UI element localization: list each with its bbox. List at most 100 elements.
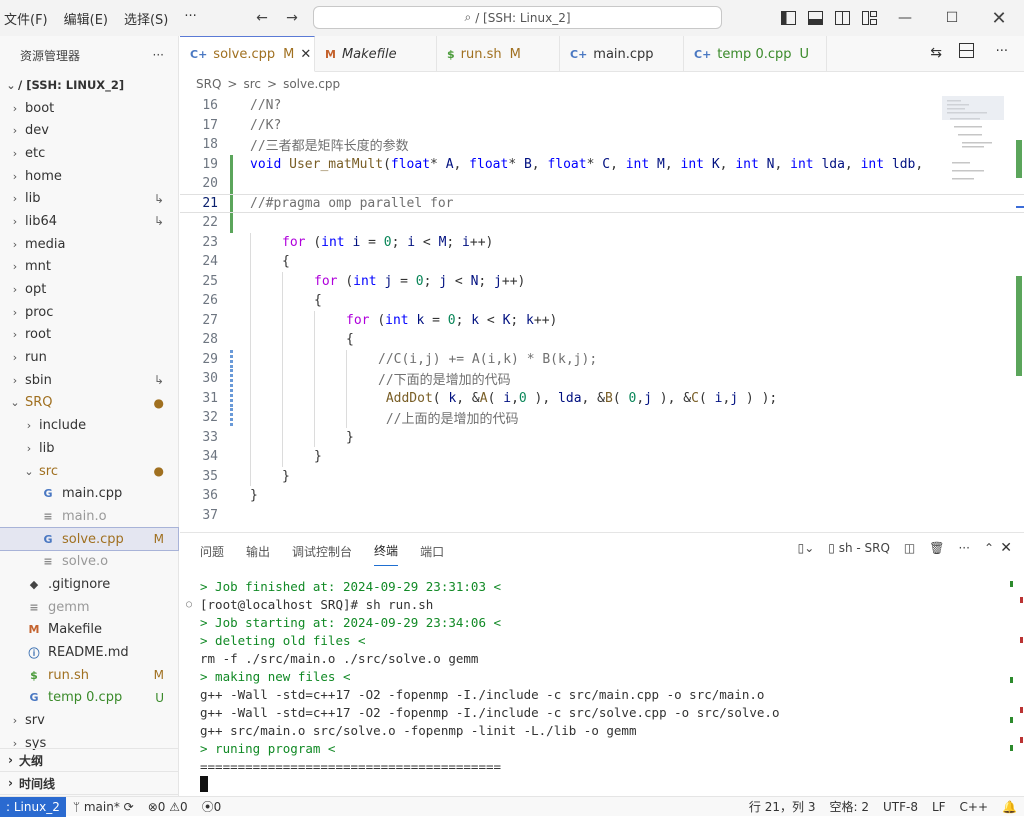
compare-changes-icon[interactable]: ⇆ [930,45,942,61]
panel-tab[interactable]: 问题 [200,543,224,560]
close-tab-icon[interactable]: ✕ [300,47,311,62]
editor-more-icon[interactable]: ··· [996,44,1008,59]
tree-item[interactable]: ⓘ README.md [0,641,178,664]
split-terminal-icon[interactable]: ◫ [904,541,915,555]
minimize-icon[interactable]: — [895,8,915,28]
code-token: A [445,156,454,172]
code-line: 35} [180,466,1024,486]
git-branch-icon: ᛘ [72,799,84,814]
code-line: 33} [180,427,1024,447]
tree-item[interactable]: › root [0,324,178,347]
command-center-search[interactable]: ⌕ / [SSH: Linux_2] [313,6,722,29]
editor-scrollbar[interactable] [1016,96,1024,528]
split-editor-icon[interactable] [959,43,974,62]
editor-tab[interactable]: C+ temp 0.cpp U [684,36,827,72]
toggle-secondary-sidebar-icon[interactable] [832,8,852,28]
tree-item[interactable]: › mnt [0,256,178,279]
code-token: ; [446,234,463,250]
breadcrumb-item[interactable]: src [243,77,261,91]
tree-item[interactable]: M Makefile [0,619,178,642]
menu-item[interactable]: 选择(S) [116,9,176,28]
editor-tab[interactable]: C+ solve.cpp M ✕ [180,36,315,72]
minimap[interactable] [942,96,1004,216]
problems-status[interactable]: ⊗0 ⚠0 [141,800,195,814]
new-terminal-icon[interactable]: ▯⌄ [798,541,815,555]
remote-indicator[interactable]: : Linux_2 [0,796,66,817]
tree-item[interactable]: ≡ solve.o [0,550,178,573]
tree-item[interactable]: › opt [0,278,178,301]
customize-layout-icon[interactable] [859,8,879,28]
more-actions-icon[interactable]: ··· [153,48,164,62]
terminal[interactable]: > Job finished at: 2024-09-29 23:31:03 <… [180,577,1010,797]
chevron-right-icon: › [12,192,18,206]
panel-tab[interactable]: 调试控制台 [292,543,352,560]
line-number: 23 [202,234,218,250]
end-of-line[interactable]: LF [925,800,953,814]
encoding[interactable]: UTF-8 [876,800,925,814]
tree-item[interactable]: ≡ gemm [0,596,178,619]
back-arrow-icon[interactable]: ← [252,8,272,28]
menu-item[interactable]: 文件(F) [0,9,56,28]
maximize-panel-icon[interactable]: ⌃ [984,541,994,555]
tree-item[interactable]: › lib [0,437,178,460]
indent-guide [314,330,346,350]
tree-item[interactable]: › run [0,346,178,369]
breadcrumb-item[interactable]: SRQ [196,77,221,91]
cursor-position[interactable]: 行 21，列 3 [742,798,823,815]
code-editor[interactable]: 16 //N? 17 //K? 18 //三者都是矩阵长度的参数 19 void User_m… [180,96,1024,528]
tree-item[interactable]: › media [0,233,178,256]
editor-tab[interactable]: C+ main.cpp [560,36,684,72]
toggle-panel-icon[interactable] [805,8,825,28]
tree-item[interactable]: › lib64 ↳ [0,210,178,233]
tree-item[interactable]: Gtemp 0.cpp U [0,687,178,710]
editor-tab[interactable]: $ run.sh M [437,36,560,72]
tree-item[interactable]: ⌄ SRQ ● [0,392,178,415]
tree-item[interactable]: › boot [0,97,178,120]
notifications-icon[interactable]: 🔔 [995,800,1024,814]
forward-arrow-icon[interactable]: → [282,8,302,28]
git-modified-marker [230,369,233,389]
menu-item[interactable]: 编辑(E) [56,9,116,28]
tree-item[interactable]: › lib ↳ [0,187,178,210]
branch-status[interactable]: ᛘ main* ⟳ [66,800,141,814]
close-panel-icon[interactable]: ✕ [1000,540,1012,556]
terminal-scrollbar[interactable] [1010,577,1024,777]
tree-item[interactable]: $ run.sh M [0,664,178,687]
code-token: } [314,449,322,465]
ports-status[interactable]: ⦿0 [195,798,229,815]
code-token: ( [313,234,322,250]
indent-guide [282,271,314,291]
tree-item[interactable]: ◆ .gitignore [0,573,178,596]
cursor-block [200,776,208,792]
trash-icon[interactable]: 🗑 [929,541,944,555]
maximize-icon[interactable]: ☐ [942,8,962,28]
explorer-root[interactable]: ⌄ / [SSH: LINUX_2] [0,74,178,97]
tree-item[interactable]: Gsolve.cpp M [0,526,179,552]
language-mode[interactable]: C++ [953,800,996,814]
tree-item[interactable]: › include [0,414,178,437]
tree-item[interactable]: ≡ main.o [0,505,178,528]
tree-item[interactable]: › home [0,165,178,188]
panel-tab[interactable]: 端口 [420,543,444,560]
tree-item[interactable]: › dev [0,119,178,142]
close-window-icon[interactable]: ✕ [989,8,1009,29]
code-token: //上面的是增加的代码 [378,412,519,428]
indentation[interactable]: 空格: 2 [822,798,876,815]
breadcrumb-item[interactable]: solve.cpp [283,77,340,91]
tree-item[interactable]: › proc [0,301,178,324]
panel-more-icon[interactable]: ··· [958,541,969,555]
panel-tab[interactable]: 输出 [246,543,270,560]
tree-item[interactable]: Gmain.cpp [0,482,178,505]
toggle-sidebar-icon[interactable] [778,8,798,28]
tree-item[interactable]: › etc [0,142,178,165]
tree-item[interactable]: ⌄ src ● [0,460,178,483]
outline-view[interactable]: › 大纲 [0,749,179,772]
timeline-view[interactable]: › 时间线 [0,772,179,795]
menu-item[interactable]: ··· [176,9,204,28]
tree-item[interactable]: › sbin ↳ [0,369,178,392]
panel-tab[interactable]: 终端 [374,542,399,566]
tree-item[interactable]: › srv [0,709,178,732]
editor-tab[interactable]: M Makefile [315,36,437,72]
chevron-right-icon: › [12,328,18,342]
terminal-selector[interactable]: ▯ sh - SRQ [828,541,890,555]
